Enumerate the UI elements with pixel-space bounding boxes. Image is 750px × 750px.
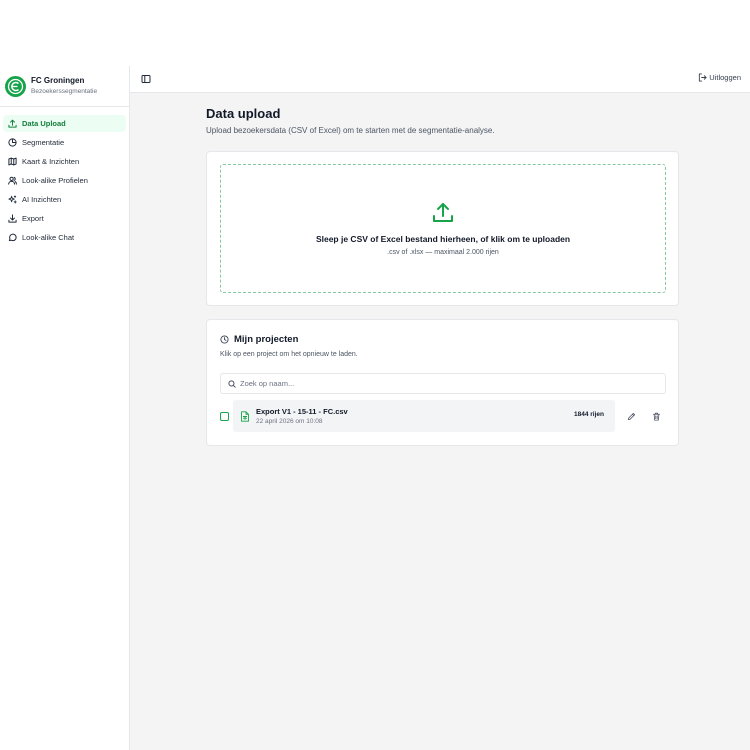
history-icon — [220, 335, 229, 344]
project-date: 22 april 2026 om 10:08 — [256, 417, 323, 425]
projects-card: Mijn projecten Klik op een project om he… — [206, 319, 679, 446]
sidebar-item-export[interactable]: Export — [3, 210, 126, 227]
brand: FC Groningen Bezoekerssegmentatie — [0, 66, 129, 107]
sparkles-icon — [7, 195, 17, 205]
map-icon — [7, 157, 17, 167]
sidebar-nav: Data Upload Segmentatie Kaart & Inzichte… — [0, 107, 129, 246]
upload-icon — [7, 119, 17, 129]
app-shell: FC Groningen Bezoekerssegmentatie Data U… — [0, 66, 750, 750]
sidebar-toggle-button[interactable] — [140, 73, 152, 85]
sidebar-item-label: Look-alike Chat — [22, 233, 75, 242]
brand-title: FC Groningen — [31, 76, 85, 85]
project-search — [220, 373, 666, 394]
users-icon — [7, 176, 17, 186]
dropzone-hint: .csv of .xlsx — maximaal 2.000 rijen — [387, 249, 499, 256]
sidebar-item-segmentatie[interactable]: Segmentatie — [3, 134, 126, 151]
search-icon — [228, 379, 236, 388]
projects-subtitle: Klik op een project om het opnieuw te la… — [220, 351, 358, 358]
topbar: Uitloggen — [130, 66, 750, 93]
logout-label: Uitloggen — [709, 73, 741, 82]
project-item[interactable]: Export V1 - 15-11 - FC.csv 22 april 2026… — [233, 400, 615, 432]
club-logo-icon — [5, 75, 26, 97]
projects-header: Mijn projecten — [220, 334, 298, 345]
trash-icon — [652, 412, 660, 421]
sidebar: FC Groningen Bezoekerssegmentatie Data U… — [0, 66, 130, 750]
page-subtitle: Upload bezoekersdata (CSV of Excel) om t… — [206, 126, 495, 135]
content: Data upload Upload bezoekersdata (CSV of… — [206, 106, 679, 446]
sidebar-item-look-alike-chat[interactable]: Look-alike Chat — [3, 229, 126, 246]
file-spreadsheet-icon — [241, 410, 249, 422]
upload-icon — [433, 203, 453, 222]
edit-project-button[interactable] — [625, 410, 637, 422]
download-icon — [7, 214, 17, 224]
pie-chart-icon — [7, 138, 17, 148]
sidebar-item-label: Data Upload — [22, 119, 66, 128]
chat-icon — [7, 233, 17, 243]
logout-icon — [699, 73, 707, 82]
sidebar-item-label: AI Inzichten — [22, 195, 62, 204]
project-name: Export V1 - 15-11 - FC.csv — [256, 406, 348, 416]
sidebar-item-label: Kaart & Inzichten — [22, 157, 80, 166]
sidebar-item-data-upload[interactable]: Data Upload — [3, 115, 126, 132]
panel-left-icon — [141, 75, 151, 83]
brand-subtitle: Bezoekerssegmentatie — [31, 88, 98, 95]
delete-project-button[interactable] — [650, 410, 662, 422]
page-title: Data upload — [206, 106, 281, 121]
projects-title: Mijn projecten — [234, 334, 299, 345]
sidebar-item-kaart[interactable]: Kaart & Inzichten — [3, 153, 126, 170]
project-row-count: 1844 rijen — [574, 411, 604, 418]
sidebar-item-label: Export — [22, 214, 44, 223]
sidebar-item-label: Segmentatie — [22, 138, 65, 147]
search-input[interactable] — [240, 379, 640, 388]
upload-card: Sleep je CSV of Excel bestand hierheen, … — [206, 151, 679, 306]
project-select-checkbox[interactable] — [220, 411, 229, 421]
dropzone-title: Sleep je CSV of Excel bestand hierheen, … — [315, 234, 571, 244]
logout-button[interactable]: Uitloggen — [698, 73, 741, 82]
sidebar-item-look-alike-profielen[interactable]: Look-alike Profielen — [3, 172, 126, 189]
file-dropzone[interactable]: Sleep je CSV of Excel bestand hierheen, … — [220, 164, 666, 293]
project-row: Export V1 - 15-11 - FC.csv 22 april 2026… — [220, 400, 666, 432]
sidebar-item-label: Look-alike Profielen — [22, 176, 88, 185]
main-area: Uitloggen Data upload Upload bezoekersda… — [130, 66, 750, 750]
pencil-icon — [627, 412, 635, 420]
sidebar-item-ai-inzichten[interactable]: AI Inzichten — [3, 191, 126, 208]
